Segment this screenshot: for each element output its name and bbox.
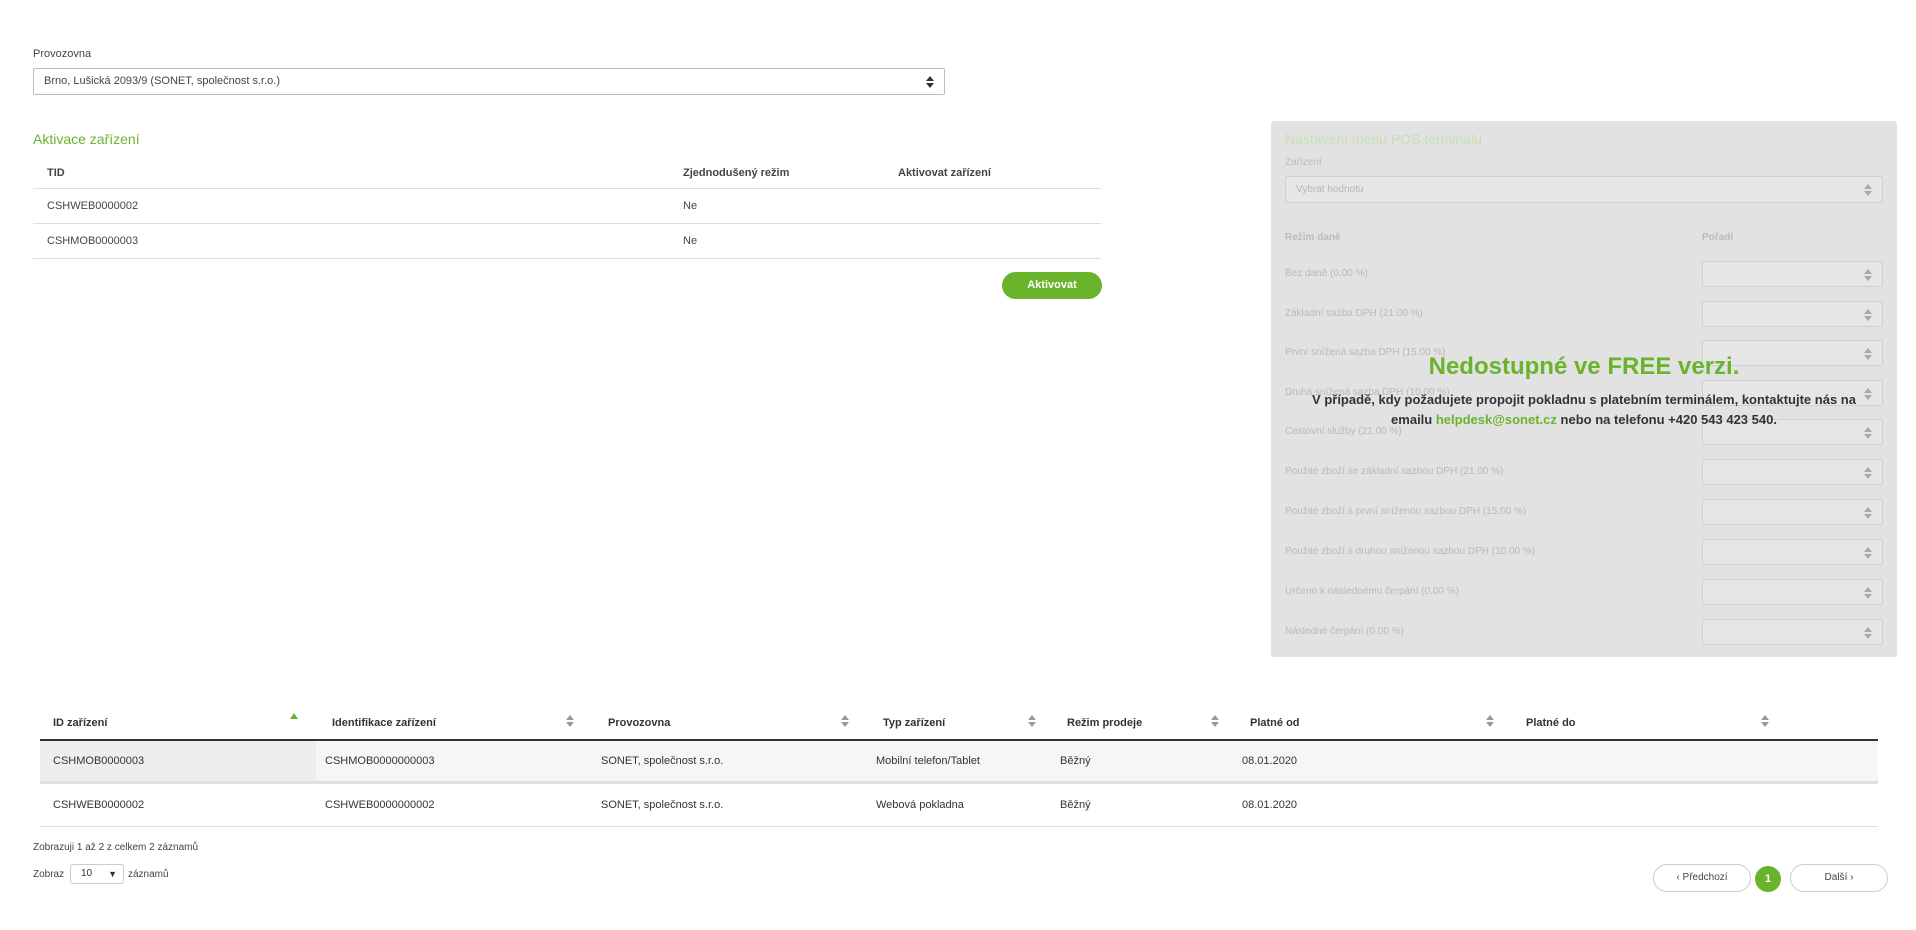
device-label: Zařízení [1285, 157, 1322, 168]
helpdesk-email-link[interactable]: helpdesk@sonet.cz [1436, 412, 1557, 427]
page-length-select[interactable]: 10 ▼ [70, 864, 124, 884]
table-row: CSHWEB0000002 Ne [33, 189, 1101, 224]
page-length-value: 10 [81, 868, 93, 879]
col-device-identification[interactable]: Identifikace zařízení [332, 717, 436, 729]
select-caret-icon [1864, 268, 1872, 282]
select-caret-icon [1864, 466, 1872, 480]
col-sale-mode[interactable]: Režim prodeje [1067, 717, 1142, 729]
device-valid-from: 08.01.2020 [1242, 799, 1298, 811]
order-select [1702, 261, 1883, 287]
select-caret-icon [926, 75, 934, 89]
records-label: záznamů [128, 869, 169, 880]
device-sale-mode: Běžný [1060, 755, 1091, 767]
col-provozovna[interactable]: Provozovna [608, 717, 670, 729]
device-select: Vybrat hodnotu [1285, 176, 1883, 203]
order-select [1702, 579, 1883, 605]
tid-value: CSHWEB0000002 [47, 200, 139, 212]
unavailable-message: V případě, kdy požadujete propojit pokla… [1271, 390, 1897, 430]
provozovna-label: Provozovna [33, 48, 92, 60]
devices-table: ID zařízení Identifikace zařízení Provoz… [40, 706, 1878, 827]
tax-mode-label: Následné čerpání (0.00 %) [1285, 626, 1404, 637]
device-identification: CSHWEB0000000002 [325, 799, 435, 811]
sort-icon [1486, 714, 1494, 728]
table-row[interactable]: CSHWEB0000002 CSHWEB0000000002 SONET, sp… [40, 784, 1878, 827]
device-id: CSHMOB0000003 [53, 755, 145, 767]
select-caret-icon [1864, 586, 1872, 600]
page-1-button[interactable]: 1 [1755, 866, 1781, 892]
tax-mode-label: Použité zboží s první sníženou sazbou DP… [1285, 506, 1527, 517]
select-caret-icon [1864, 546, 1872, 560]
col-valid-to[interactable]: Platné do [1526, 717, 1576, 729]
col-device-id[interactable]: ID zařízení [53, 717, 107, 729]
order-select [1702, 539, 1883, 565]
sort-asc-icon [290, 713, 298, 719]
unavailable-text-after: nebo na telefonu +420 543 423 540. [1560, 412, 1777, 427]
order-select [1702, 459, 1883, 485]
table-info: Zobrazuji 1 až 2 z celkem 2 záznamů [33, 842, 199, 853]
pos-menu-panel: Nastavení menu POS terminálu Zařízení Vy… [1271, 121, 1897, 657]
sort-icon [1761, 714, 1769, 728]
simplified-value: Ne [683, 200, 698, 212]
provozovna-select[interactable]: Brno, Lušická 2093/9 (SONET, společnost … [33, 68, 945, 95]
tax-mode-label: Základní sazba DPH (21.00 %) [1285, 308, 1423, 319]
pos-menu-title: Nastavení menu POS terminálu [1285, 131, 1482, 147]
device-provozovna: SONET, společnost s.r.o. [601, 755, 724, 767]
device-id: CSHWEB0000002 [53, 799, 145, 811]
unavailable-title: Nedostupné ve FREE verzi. [1428, 353, 1740, 380]
sort-icon [566, 714, 574, 728]
select-caret-icon [1864, 183, 1872, 197]
tid-value: CSHMOB0000003 [47, 235, 139, 247]
col-activate: Aktivovat zařízení [898, 167, 991, 179]
select-caret-icon [1864, 308, 1872, 322]
tax-mode-label: Bez daně (0.00 %) [1285, 268, 1368, 279]
activation-table-header: TID Zjednodušený režim Aktivovat zařízen… [33, 158, 1101, 189]
dropdown-triangle-icon: ▼ [108, 869, 117, 879]
select-caret-icon [1864, 506, 1872, 520]
tax-mode-label: Určeno k následnému čerpání (0.00 %) [1285, 586, 1459, 597]
device-provozovna: SONET, společnost s.r.o. [601, 799, 724, 811]
next-page-button[interactable]: Další › [1790, 864, 1888, 892]
device-valid-from: 08.01.2020 [1242, 755, 1298, 767]
sort-icon [841, 714, 849, 728]
device-select-placeholder: Vybrat hodnotu [1296, 184, 1364, 195]
col-device-type[interactable]: Typ zařízení [883, 717, 945, 729]
order-select [1702, 619, 1883, 645]
tax-mode-header: Režim daně [1285, 232, 1341, 243]
prev-page-button[interactable]: ‹ Předchozí [1653, 864, 1751, 892]
table-row: CSHMOB0000003 Ne [33, 224, 1101, 259]
simplified-value: Ne [683, 235, 698, 247]
show-label: Zobraz [33, 869, 65, 880]
tax-mode-label: Použité zboží se základní sazbou DPH (21… [1285, 466, 1504, 477]
device-type: Mobilní telefon/Tablet [876, 755, 980, 767]
devices-table-header: ID zařízení Identifikace zařízení Provoz… [40, 706, 1878, 741]
table-row[interactable]: CSHMOB0000003 CSHMOB0000000003 SONET, sp… [40, 741, 1878, 784]
tax-mode-label: Použité zboží s druhou sníženou sazbou D… [1285, 546, 1536, 557]
activate-button[interactable]: Aktivovat [1002, 272, 1102, 299]
activation-table: TID Zjednodušený režim Aktivovat zařízen… [33, 158, 1101, 259]
col-tid: TID [47, 167, 65, 179]
device-sale-mode: Běžný [1060, 799, 1091, 811]
order-select [1702, 499, 1883, 525]
sort-icon [1028, 714, 1036, 728]
sort-icon [1211, 714, 1219, 728]
provozovna-select-value: Brno, Lušická 2093/9 (SONET, společnost … [44, 75, 281, 87]
activation-title: Aktivace zařízení [33, 131, 140, 147]
order-header: Pořadí [1702, 232, 1734, 243]
select-caret-icon [1864, 626, 1872, 640]
col-simplified: Zjednodušený režim [683, 167, 790, 179]
device-identification: CSHMOB0000000003 [325, 755, 435, 767]
order-select [1702, 301, 1883, 327]
col-valid-from[interactable]: Platné od [1250, 717, 1300, 729]
device-type: Webová pokladna [876, 799, 964, 811]
